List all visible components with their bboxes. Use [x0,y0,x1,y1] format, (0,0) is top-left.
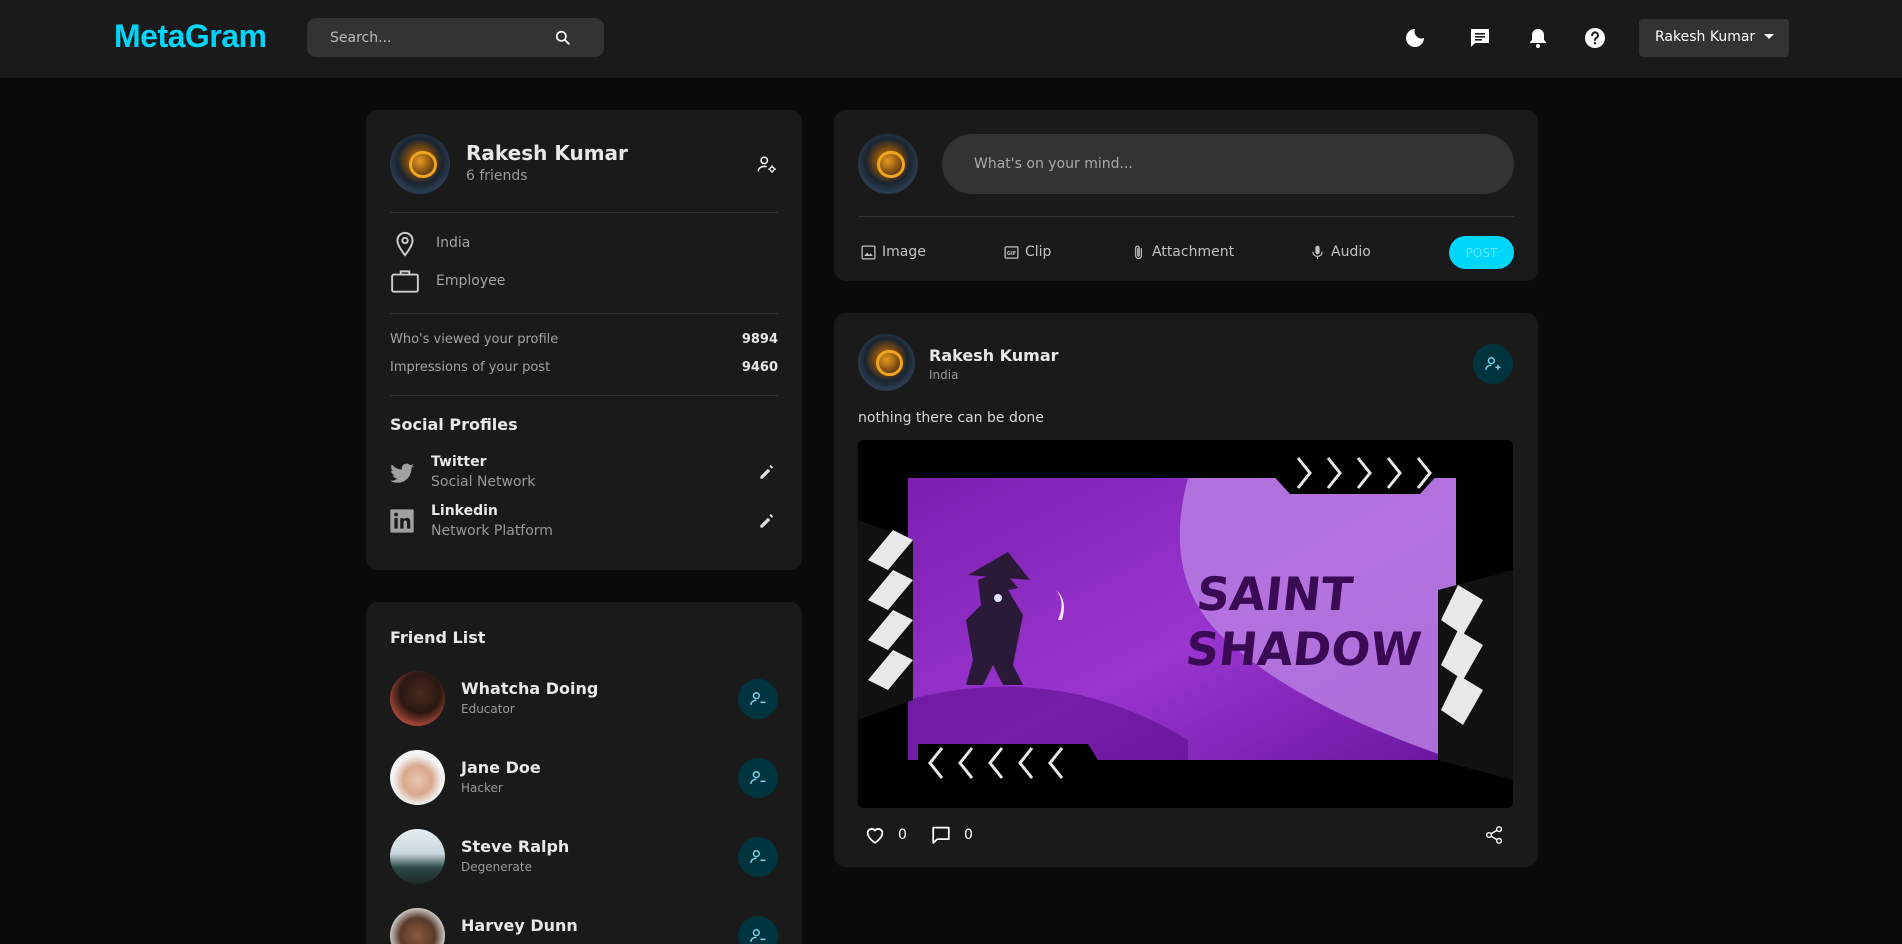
divider [390,313,778,314]
post-author-name[interactable]: Rakesh Kumar [929,346,1059,365]
friend-role: Educator [461,702,515,716]
friend-name[interactable]: Whatcha Doing [461,679,598,698]
audio-action-label: Audio [1331,244,1371,260]
friend-name[interactable]: Jane Doe [461,758,541,777]
composer-avatar[interactable] [858,134,918,194]
clip-action-button[interactable]: GIF Clip [1003,243,1063,263]
search-input[interactable] [307,18,557,57]
friend-role: Degenerate [461,860,532,874]
person-remove-icon [750,692,766,705]
stat-label: Who's viewed your profile [390,332,559,347]
post-author-location: India [929,368,959,382]
post-author-avatar[interactable] [858,334,915,391]
friend-avatar[interactable] [390,671,445,726]
person-remove-icon [750,850,766,863]
stat-value: 9460 [741,360,778,375]
post-button[interactable]: POST [1449,236,1514,269]
edit-icon[interactable] [757,511,777,531]
profile-name[interactable]: Rakesh Kumar [466,141,628,165]
post-text: nothing there can be done [858,410,1044,426]
attachment-action-label: Attachment [1152,244,1235,260]
social-name: Linkedin [431,503,498,519]
help-icon[interactable] [1583,26,1607,50]
comment-icon[interactable] [930,824,952,846]
person-add-icon [1485,357,1501,370]
like-icon[interactable] [864,824,886,846]
friend-role: Hacker [461,781,503,795]
remove-friend-button[interactable] [738,679,778,719]
profile-occupation: Employee [436,273,506,289]
stat-value: 9894 [741,332,778,347]
search-icon[interactable] [553,28,573,48]
social-profiles-title: Social Profiles [390,415,518,434]
friend-avatar[interactable] [390,750,445,805]
gif-icon: GIF [1004,246,1019,259]
microphone-icon [1312,245,1323,259]
profile-location: India [436,235,471,251]
post-image[interactable]: SAINT SHADOW [858,440,1513,808]
divider [390,212,778,213]
social-name: Twitter [431,454,487,470]
social-type: Network Platform [431,523,553,539]
like-count: 0 [898,827,907,843]
divider [858,216,1514,217]
notifications-icon[interactable] [1526,26,1550,50]
message-icon[interactable] [1468,26,1492,50]
clip-action-label: Clip [1025,244,1052,260]
navbar: MetaGram Rakesh Kumar [0,0,1902,78]
friend-list-title: Friend List [390,628,486,647]
image-action-label: Image [882,244,926,260]
audio-action-button[interactable]: Audio [1309,243,1389,263]
dark-mode-icon[interactable] [1403,26,1427,50]
remove-friend-button[interactable] [738,837,778,877]
briefcase-icon [391,270,419,293]
social-type: Social Network [431,474,536,490]
app-logo[interactable]: MetaGram [114,18,267,55]
manage-account-icon[interactable] [756,154,778,176]
image-action-button[interactable]: Image [860,243,940,263]
person-remove-icon [750,929,766,942]
remove-friend-button[interactable] [738,758,778,798]
friend-avatar[interactable] [390,829,445,884]
divider [390,395,778,396]
user-dropdown-label: Rakesh Kumar [1655,29,1756,45]
comment-count: 0 [964,827,973,843]
banner-title-line-2: SHADOW [1183,622,1424,676]
banner-title-line-1: SAINT [1194,567,1356,621]
profile-avatar[interactable] [390,134,450,194]
post-text-input[interactable] [942,134,1514,194]
add-friend-button[interactable] [1473,344,1513,384]
svg-text:GIF: GIF [1007,251,1016,257]
person-remove-icon [750,771,766,784]
chevron-down-icon [1764,34,1774,39]
banner-artwork: SAINT SHADOW [858,440,1513,808]
twitter-icon [390,463,414,483]
friend-name[interactable]: Steve Ralph [461,837,569,856]
attachment-action-button[interactable]: Attachment [1130,243,1240,263]
image-icon [861,245,876,260]
search-bar [307,18,604,57]
attachment-icon [1135,245,1142,260]
linkedin-icon [390,509,414,533]
edit-icon[interactable] [757,462,777,482]
profile-friend-count: 6 friends [466,168,528,184]
stat-label: Impressions of your post [390,360,551,375]
share-icon[interactable] [1484,825,1504,845]
location-icon [396,231,414,257]
user-dropdown[interactable]: Rakesh Kumar [1639,19,1789,57]
friend-name[interactable]: Harvey Dunn [461,916,578,935]
